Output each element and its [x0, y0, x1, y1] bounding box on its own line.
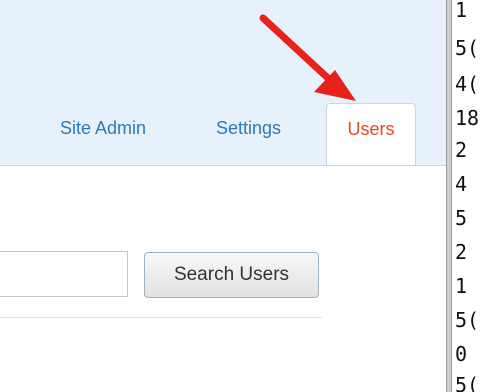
tab-site-admin[interactable]: Site Admin	[60, 118, 146, 139]
background-glyph: 1	[455, 0, 468, 22]
search-users-button[interactable]: Search Users	[144, 252, 319, 298]
background-glyph: 5(	[455, 373, 480, 392]
tab-users[interactable]: Users	[326, 103, 416, 165]
user-search-input[interactable]	[0, 251, 128, 297]
background-glyph: 5(	[455, 308, 480, 332]
background-glyph: 2	[455, 240, 468, 264]
background-glyph: 5	[455, 206, 468, 230]
background-glyph: 4	[455, 172, 468, 196]
admin-window: Site Admin Settings Users Search Users	[0, 0, 446, 392]
background-glyph: 1	[455, 274, 468, 298]
background-glyph: 0	[455, 342, 468, 366]
background-window-column: 1 5( 4( 18 2 4 5 2 1 5( 0 5(	[452, 0, 491, 392]
background-glyph: 18	[455, 106, 480, 130]
divider-line	[0, 317, 322, 318]
background-glyph: 5(	[455, 36, 480, 60]
background-glyph: 4(	[455, 72, 480, 96]
tab-settings[interactable]: Settings	[216, 118, 281, 139]
background-glyph: 2	[455, 138, 468, 162]
admin-tabs: Site Admin Settings Users	[0, 0, 446, 165]
